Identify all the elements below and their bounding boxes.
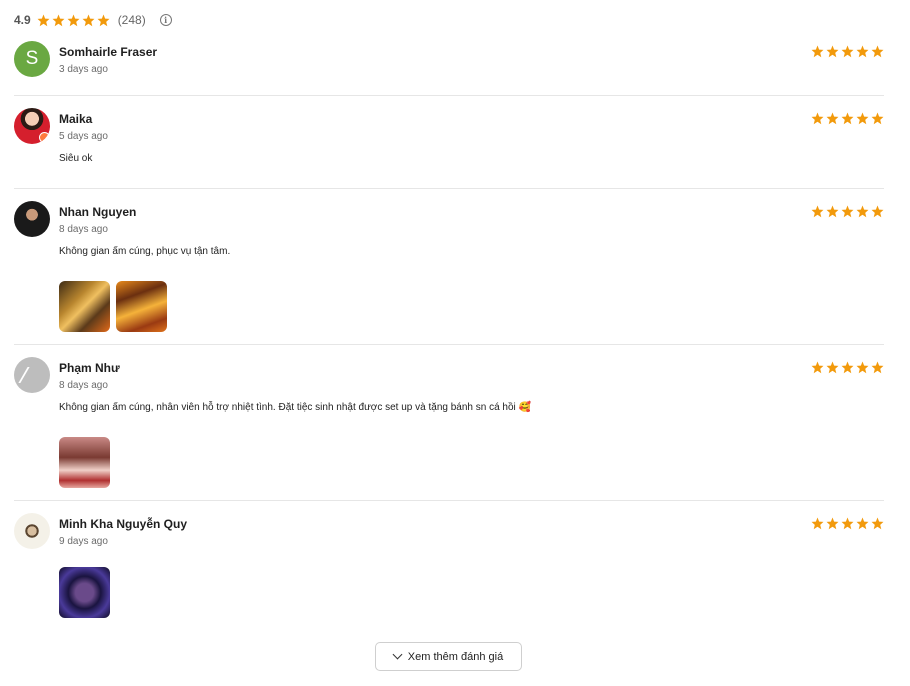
star-icon [856,45,869,58]
rating-summary: 4.9 (248) i [14,11,172,29]
star-icon [841,205,854,218]
divider [14,188,884,189]
avatar[interactable] [14,513,50,549]
star-icon [67,14,80,26]
star-icon [826,205,839,218]
divider [14,500,884,501]
review-photos [59,567,110,618]
star-icon [811,45,824,58]
star-icon [856,361,869,374]
review-item: Minh Kha Nguyễn Quy 9 days ago [14,513,884,619]
review-item: S Somhairle Fraser 3 days ago [14,41,884,96]
divider [14,95,884,96]
star-icon [82,14,95,26]
review-photos [59,437,110,488]
chevron-down-icon [392,649,403,660]
info-icon[interactable]: i [159,14,172,26]
avatar[interactable] [14,201,50,237]
default-avatar-icon [18,367,48,383]
star-icon [856,205,869,218]
star-icon [826,112,839,125]
reviewer-name[interactable]: Somhairle Fraser [59,45,157,59]
badge-icon [39,132,50,143]
show-more-reviews-button[interactable]: Xem thêm đánh giá [375,642,522,671]
star-icon [841,45,854,58]
average-rating: 4.9 [14,13,31,27]
review-time: 8 days ago [59,380,108,391]
star-icon [856,517,869,530]
star-icon [871,205,884,218]
review-count: (248) [117,13,146,27]
review-stars [811,517,884,530]
avatar[interactable] [14,108,50,144]
star-icon [871,361,884,374]
review-photos [59,281,167,332]
review-time: 3 days ago [59,64,108,75]
review-photo[interactable] [59,281,110,332]
star-icon [871,517,884,530]
star-icon [871,112,884,125]
review-time: 9 days ago [59,536,108,547]
avatar[interactable] [14,357,50,393]
star-icon [811,361,824,374]
star-icon [97,14,110,26]
review-comment: Không gian ấm cúng, phục vụ tận tâm. [59,246,231,257]
review-stars [811,45,884,58]
review-stars [811,112,884,125]
reviewer-name[interactable]: Maika [59,112,92,126]
review-item: Maika 5 days ago Siêu ok [14,108,884,189]
star-icon [37,14,50,26]
star-icon [811,112,824,125]
review-stars [811,361,884,374]
review-time: 5 days ago [59,131,108,142]
reviewer-name[interactable]: Phạm Như [59,361,120,375]
star-icon [841,361,854,374]
review-item: Phạm Như 8 days ago Không gian ấm cúng, … [14,357,884,501]
review-comment: Không gian ấm cúng, nhân viên hỗ trợ nhi… [59,402,531,413]
review-photo[interactable] [59,567,110,618]
star-icon [856,112,869,125]
avatar[interactable]: S [14,41,50,77]
star-icon [841,112,854,125]
review-time: 8 days ago [59,224,108,235]
show-more-label: Xem thêm đánh giá [407,650,504,663]
review-photo[interactable] [116,281,167,332]
summary-stars [37,14,110,27]
review-comment: Siêu ok [59,153,93,164]
star-icon [841,517,854,530]
review-item: Nhan Nguyen 8 days ago Không gian ấm cún… [14,201,884,345]
star-icon [826,517,839,530]
star-icon [811,517,824,530]
review-stars [811,205,884,218]
review-photo[interactable] [59,437,110,488]
star-icon [826,361,839,374]
reviewer-name[interactable]: Nhan Nguyen [59,205,136,219]
star-icon [871,45,884,58]
star-icon [811,205,824,218]
divider [14,344,884,345]
star-icon [52,14,65,26]
star-icon [826,45,839,58]
reviewer-name[interactable]: Minh Kha Nguyễn Quy [59,517,187,531]
